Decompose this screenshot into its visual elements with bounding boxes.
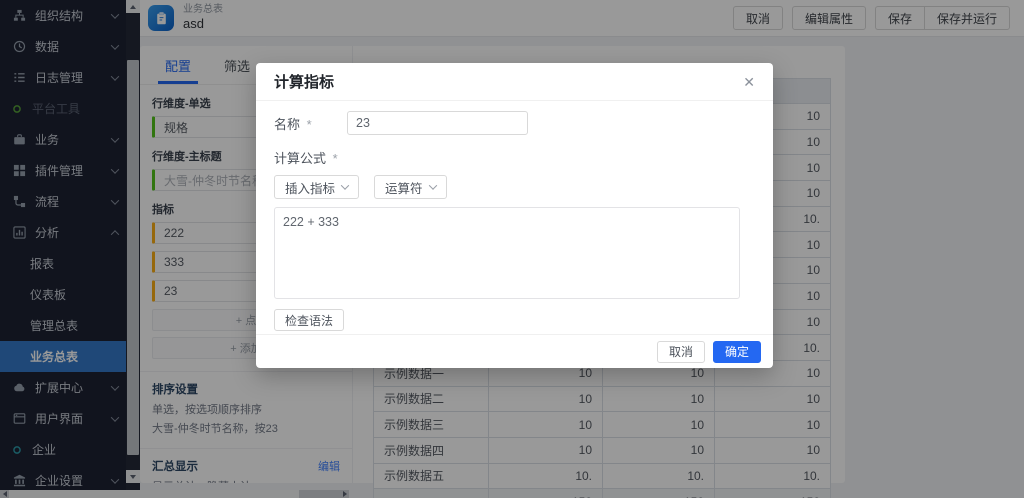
- name-field-row: 名称 *: [274, 111, 755, 135]
- formula-label-text: 计算公式: [274, 151, 326, 166]
- modal-header: 计算指标 ✕: [256, 63, 773, 101]
- close-icon[interactable]: ✕: [743, 75, 755, 89]
- modal-body: 名称 * 计算公式 * 插入指标 运算符 222 + 333: [256, 101, 773, 331]
- modal-footer: 取消 确定: [256, 334, 773, 368]
- insert-metric-dropdown[interactable]: 插入指标: [274, 175, 359, 199]
- modal-ok-button[interactable]: 确定: [713, 341, 761, 363]
- operator-label: 运算符: [385, 178, 423, 197]
- formula-textarea[interactable]: 222 + 333: [274, 207, 740, 299]
- name-field-label: 名称 *: [274, 114, 347, 133]
- required-mark: *: [333, 151, 338, 166]
- formula-field-label: 计算公式 *: [274, 148, 755, 167]
- name-input[interactable]: [347, 111, 528, 135]
- insert-metric-label: 插入指标: [285, 178, 335, 197]
- app-window: 组织结构数据日志管理平台工具业务插件管理流程分析报表仪表板管理总表业务总表扩展中…: [0, 0, 1024, 498]
- chevron-down-icon: [341, 181, 349, 189]
- formula-toolbar: 插入指标 运算符: [274, 175, 755, 199]
- modal-cancel-button[interactable]: 取消: [657, 341, 705, 363]
- chevron-down-icon: [428, 181, 436, 189]
- operator-dropdown[interactable]: 运算符: [374, 175, 447, 199]
- modal-title: 计算指标: [274, 71, 334, 92]
- calc-metric-modal: 计算指标 ✕ 名称 * 计算公式 * 插入指标 运算符: [256, 63, 773, 368]
- check-syntax-button[interactable]: 检查语法: [274, 309, 344, 331]
- required-mark: *: [307, 117, 312, 132]
- name-label-text: 名称: [274, 117, 300, 132]
